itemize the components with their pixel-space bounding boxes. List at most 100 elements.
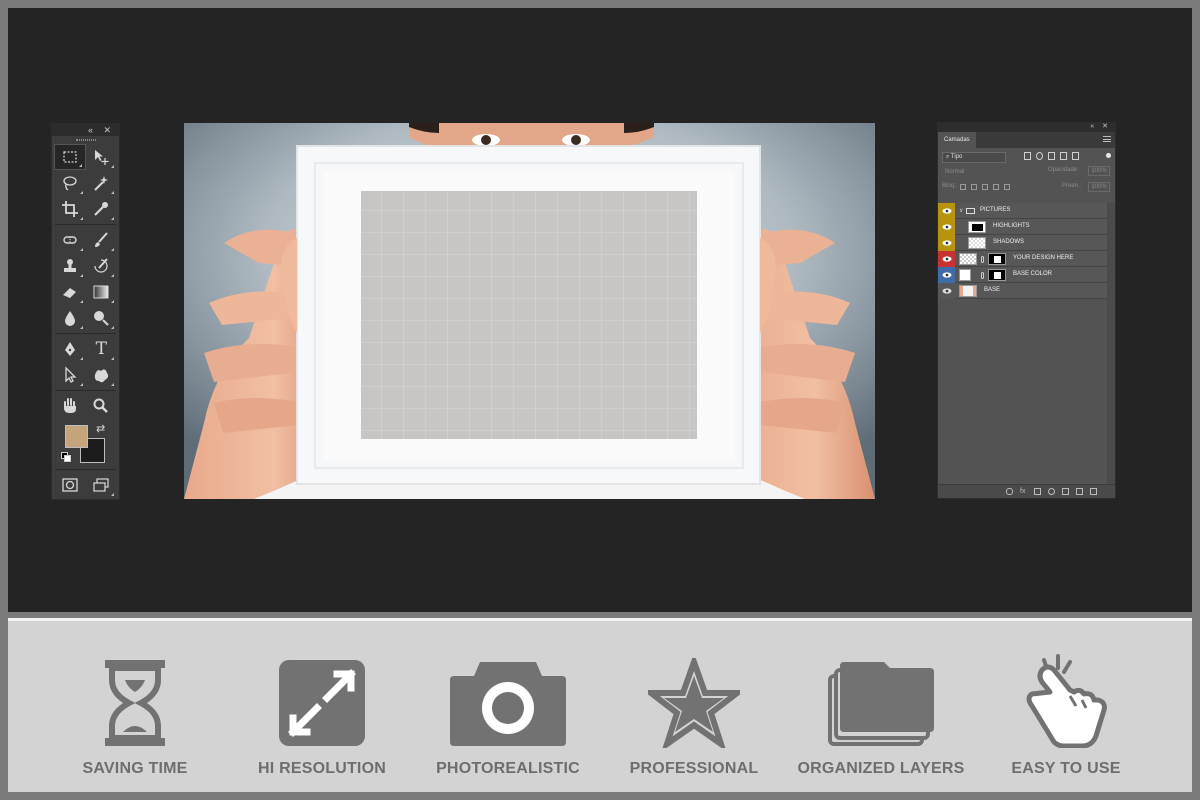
fill-input[interactable]: 100%: [1088, 182, 1110, 192]
layer-filter-select[interactable]: ⌕ Tipo: [942, 152, 1006, 163]
lock-artboard-icon[interactable]: [993, 184, 999, 190]
tools-panel-grip[interactable]: [52, 136, 119, 144]
foreground-color-swatch[interactable]: [65, 425, 88, 448]
delete-layer-icon[interactable]: [1090, 488, 1097, 495]
document-canvas[interactable]: [184, 123, 875, 499]
add-mask-icon[interactable]: [1034, 488, 1041, 495]
adjustment-layer-icon[interactable]: [1048, 488, 1055, 495]
eraser-icon: [62, 288, 76, 298]
layer-row-pictures[interactable]: ∨ PICTURES: [938, 203, 1108, 219]
visibility-eye-icon[interactable]: [938, 235, 955, 251]
quick-mask-icon: [62, 478, 78, 492]
magic-wand-tool[interactable]: [86, 170, 118, 196]
new-group-icon[interactable]: [1062, 488, 1069, 495]
type-tool[interactable]: T: [86, 336, 118, 362]
layer-row-base[interactable]: BASE: [938, 283, 1108, 299]
star-icon: [648, 658, 740, 748]
brush-tool[interactable]: [86, 227, 118, 253]
swap-colors-icon[interactable]: ⇄: [96, 422, 105, 435]
panel-collapse-close-icons[interactable]: « ✕: [1090, 122, 1111, 130]
expand-arrows-icon: [279, 660, 365, 746]
lock-fill-row: Bloq.: Preen.: 100%: [938, 180, 1115, 196]
move-tool[interactable]: [86, 144, 117, 170]
spot-healing-tool[interactable]: [54, 227, 86, 253]
lasso-tool[interactable]: [54, 170, 86, 196]
spot-healing-icon: [63, 236, 77, 244]
history-brush-icon: [94, 258, 108, 273]
type-filter-icon[interactable]: [1048, 152, 1055, 160]
layers-list: ∨ PICTURES HIGHLIGHTS SHADOWS YOUR DESIG…: [938, 203, 1108, 299]
lock-all-icon[interactable]: [1004, 184, 1010, 190]
fill-label: Preen.:: [1062, 183, 1082, 189]
layer-row-highlights[interactable]: HIGHLIGHTS: [938, 219, 1108, 235]
layer-style-fx-icon[interactable]: fx: [1020, 488, 1027, 495]
opacity-input[interactable]: 100%: [1088, 166, 1110, 176]
link-icon[interactable]: [981, 272, 984, 279]
path-selection-icon: [65, 366, 77, 383]
opacity-label: Opacidade:: [1048, 167, 1079, 173]
lock-image-icon[interactable]: [971, 184, 977, 190]
pen-tool[interactable]: [54, 336, 86, 362]
layer-name: HIGHLIGHTS: [993, 223, 1030, 229]
layer-mask-thumbnail[interactable]: [988, 253, 1006, 265]
adjustment-filter-icon[interactable]: [1036, 152, 1043, 160]
zoom-icon: [93, 398, 109, 413]
feature-label: PHOTOREALISTIC: [436, 760, 580, 777]
new-layer-icon[interactable]: [1076, 488, 1083, 495]
feature-professional: PROFESSIONAL: [604, 621, 784, 795]
layer-name: YOUR DESIGN HERE: [1013, 255, 1074, 261]
eyedropper-icon: [94, 202, 109, 216]
layers-panel-titlebar[interactable]: « ✕: [938, 123, 1115, 132]
smart-object-filter-icon[interactable]: [1072, 152, 1079, 160]
hourglass-icon: [105, 660, 165, 746]
panel-menu-icon[interactable]: [1103, 136, 1111, 142]
layers-scrollbar[interactable]: [1107, 203, 1115, 493]
lock-transparent-icon[interactable]: [960, 184, 966, 190]
visibility-eye-icon[interactable]: [938, 203, 955, 219]
eraser-tool[interactable]: [54, 279, 86, 305]
visibility-eye-icon[interactable]: [938, 283, 955, 299]
layer-row-your-design-here[interactable]: YOUR DESIGN HERE: [938, 251, 1108, 267]
clone-stamp-tool[interactable]: [54, 253, 86, 279]
pixel-filter-icon[interactable]: [1024, 152, 1031, 160]
lock-position-icon[interactable]: [982, 184, 988, 190]
shape-filter-icon[interactable]: [1060, 152, 1067, 160]
rectangular-marquee-icon: [63, 151, 77, 163]
history-brush-tool[interactable]: [86, 253, 118, 279]
rectangular-marquee-tool[interactable]: [54, 144, 86, 170]
layers-tabbar: Camadas: [938, 132, 1115, 148]
visibility-eye-icon[interactable]: [938, 251, 955, 267]
crop-icon: [61, 201, 78, 217]
zoom-tool[interactable]: [86, 393, 118, 419]
panel-collapse-close-icons[interactable]: « ✕: [88, 124, 115, 136]
feature-label: SAVING TIME: [82, 760, 188, 777]
layer-thumbnail: [968, 237, 986, 249]
visibility-eye-icon[interactable]: [938, 267, 955, 283]
group-expand-chevron-icon[interactable]: ∨: [959, 207, 963, 214]
layer-row-base-color[interactable]: BASE COLOR: [938, 267, 1108, 283]
quick-mask-button[interactable]: [54, 472, 86, 498]
default-colors-icon[interactable]: [61, 452, 71, 462]
hand-tool[interactable]: [54, 393, 86, 419]
screen-mode-button[interactable]: [86, 472, 118, 498]
visibility-eye-icon[interactable]: [938, 219, 955, 235]
filter-toggle[interactable]: [1106, 153, 1111, 158]
custom-shape-tool[interactable]: [86, 362, 118, 388]
tab-layers[interactable]: Camadas: [938, 132, 976, 148]
layer-row-shadows[interactable]: SHADOWS: [938, 235, 1108, 251]
feature-label: EASY TO USE: [1011, 760, 1121, 777]
crop-tool[interactable]: [54, 196, 86, 222]
blend-mode-select[interactable]: Normal: [942, 167, 1042, 177]
filter-type-label: Tipo: [950, 154, 963, 160]
link-icon[interactable]: [981, 256, 984, 263]
layer-mask-thumbnail[interactable]: [988, 269, 1006, 281]
blend-opacity-row: Normal Opacidade: 100%: [938, 164, 1115, 180]
eyedropper-tool[interactable]: [86, 196, 118, 222]
blur-tool[interactable]: [54, 305, 86, 331]
tools-panel-header[interactable]: « ✕: [52, 124, 119, 136]
path-selection-tool[interactable]: [54, 362, 86, 388]
stacked-layers-icon: [828, 662, 934, 746]
dodge-tool[interactable]: [86, 305, 118, 331]
gradient-tool[interactable]: [86, 279, 118, 305]
link-layers-icon[interactable]: [1006, 488, 1013, 495]
